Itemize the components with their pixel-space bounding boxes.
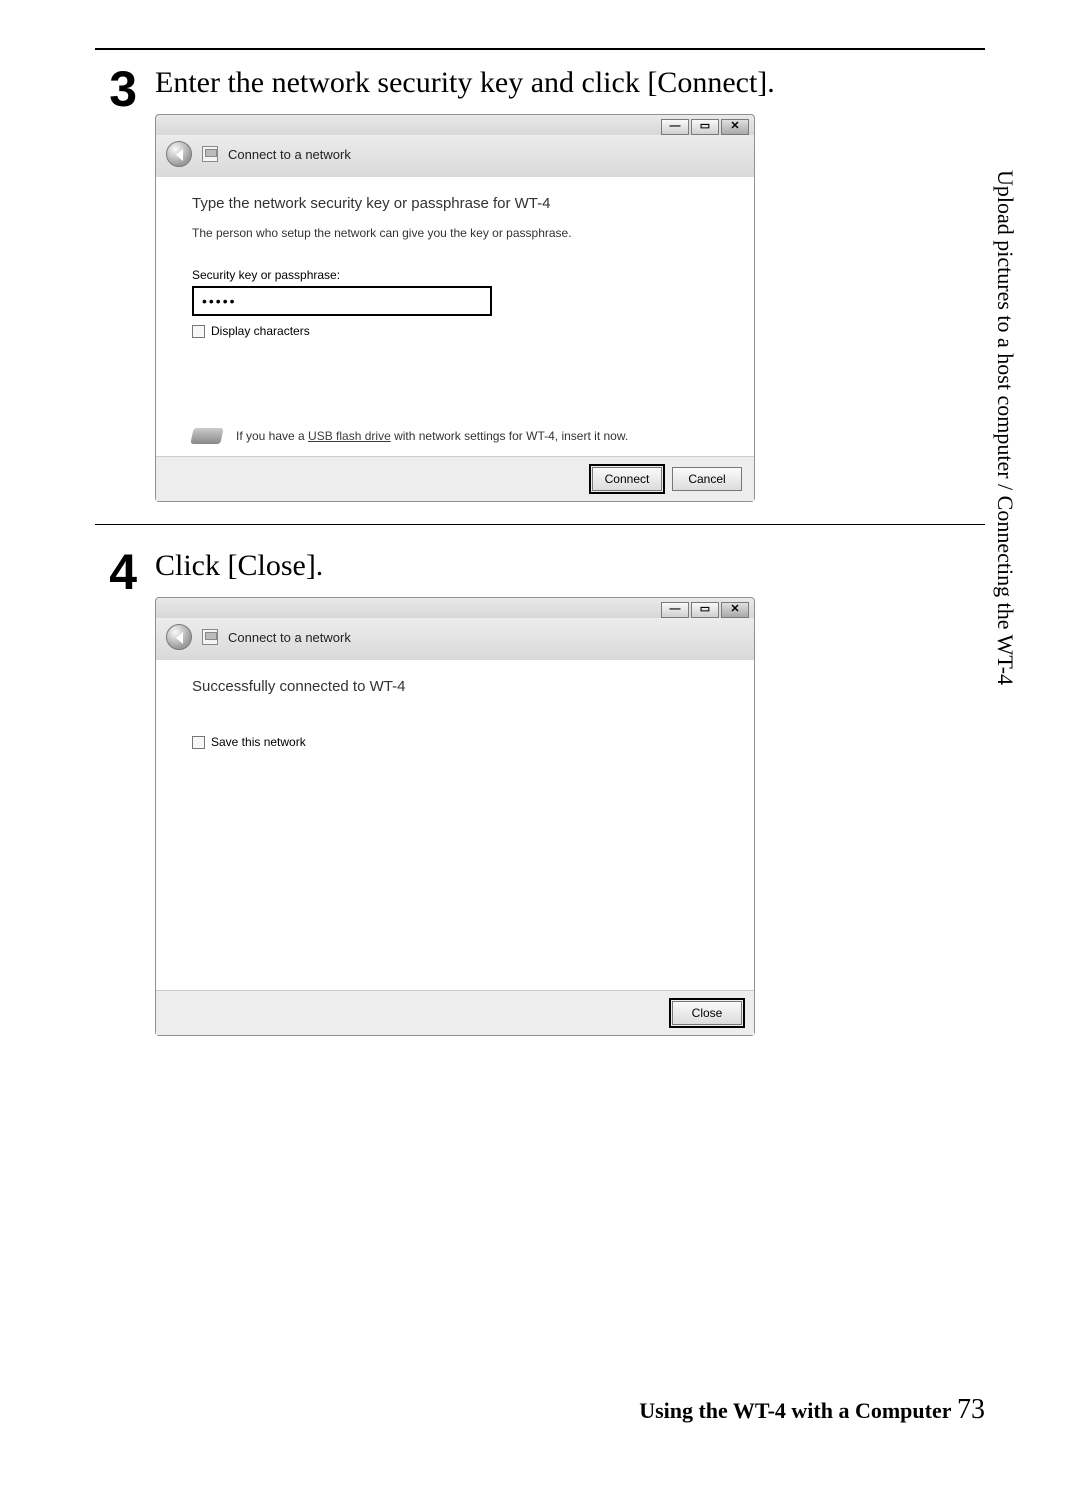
save-network-checkbox[interactable] [192, 736, 205, 749]
minimize-button[interactable]: — [661, 119, 689, 135]
dialog-subtext: The person who setup the network can giv… [192, 226, 718, 240]
back-icon[interactable] [166, 141, 192, 167]
section-divider [95, 524, 985, 525]
page-number: 73 [957, 1394, 985, 1425]
usb-hint-pre: If you have a [236, 429, 308, 443]
close-dialog-button[interactable]: Close [672, 1001, 742, 1025]
usb-icon [190, 428, 223, 444]
usb-hint-post: with network settings for WT-4, insert i… [391, 429, 628, 443]
footer-title: Using the WT-4 with a Computer [639, 1398, 951, 1423]
usb-hint: If you have a USB flash drive with netwo… [236, 429, 628, 443]
close-button[interactable]: ✕ [721, 602, 749, 618]
network-icon [202, 146, 218, 162]
step-title-4: Click [Close]. [155, 549, 985, 583]
display-characters-checkbox[interactable] [192, 325, 205, 338]
security-key-label: Security key or passphrase: [192, 268, 718, 282]
cancel-button[interactable]: Cancel [672, 467, 742, 491]
window-title: Connect to a network [228, 630, 351, 645]
back-icon[interactable] [166, 624, 192, 650]
step-title-3: Enter the network security key and click… [155, 66, 985, 100]
save-network-label: Save this network [211, 735, 306, 749]
dialog-heading: Successfully connected to WT-4 [192, 678, 718, 695]
maximize-button[interactable]: ▭ [691, 602, 719, 618]
dialog-connect-network-1: — ▭ ✕ Connect to a network Type the netw… [155, 114, 755, 502]
usb-flash-drive-link[interactable]: USB flash drive [308, 429, 391, 443]
step-number-4: 4 [95, 543, 137, 597]
display-characters-label: Display characters [211, 324, 310, 338]
section-breadcrumb-vertical: Upload pictures to a host computer / Con… [992, 170, 1018, 685]
close-button[interactable]: ✕ [721, 119, 749, 135]
dialog-connect-network-2: — ▭ ✕ Connect to a network Successfully … [155, 597, 755, 1036]
step-number-3: 3 [95, 60, 137, 114]
window-title: Connect to a network [228, 147, 351, 162]
network-icon [202, 629, 218, 645]
dialog-heading: Type the network security key or passphr… [192, 195, 718, 212]
minimize-button[interactable]: — [661, 602, 689, 618]
maximize-button[interactable]: ▭ [691, 119, 719, 135]
connect-button[interactable]: Connect [592, 467, 662, 491]
security-key-input[interactable] [192, 286, 492, 316]
page-footer: Using the WT-4 with a Computer 73 [639, 1394, 985, 1426]
